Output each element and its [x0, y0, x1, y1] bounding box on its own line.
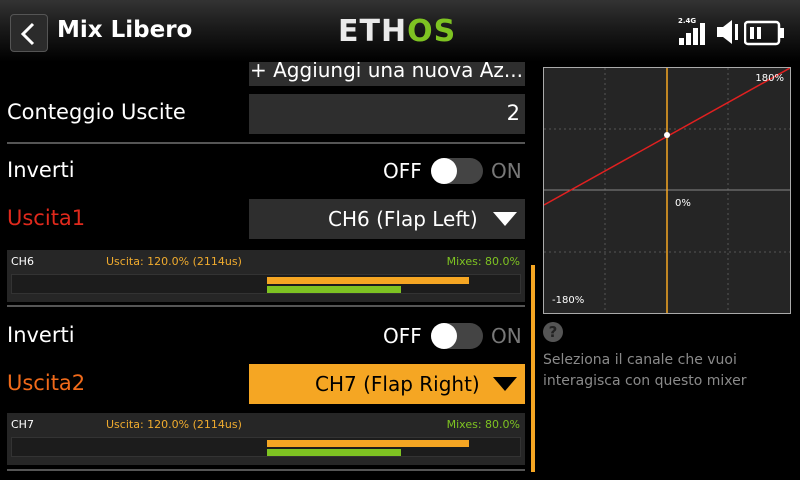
header-bar: Mix Libero ETHOS 2.4G	[0, 0, 800, 62]
invert-toggle[interactable]	[431, 323, 483, 349]
output-label: Uscita1	[7, 206, 86, 230]
divider	[7, 305, 525, 307]
scrollbar[interactable]	[531, 265, 535, 472]
mixes-bar	[267, 286, 401, 293]
question-icon: ?	[543, 322, 563, 342]
curve-min-label: -180%	[552, 295, 585, 306]
toggle-on-label: ON	[491, 159, 522, 183]
invert-label: Inverti	[7, 158, 75, 182]
divider	[7, 142, 525, 144]
curve-center-label: 0%	[675, 198, 691, 209]
dropdown-arrow-icon	[493, 377, 517, 391]
page-title: Mix Libero	[57, 17, 193, 43]
channel-monitor: CH7 Uscita: 120.0% (2114us) Mixes: 80.0%	[7, 413, 525, 465]
channel-select[interactable]: CH6 (Flap Left)	[249, 199, 525, 239]
mixes-bar	[267, 449, 401, 456]
invert-label: Inverti	[7, 323, 75, 347]
ethos-logo: ETHOS	[338, 14, 457, 49]
output-bar	[267, 277, 469, 284]
chevron-left-icon	[20, 22, 35, 46]
channel-monitor: CH6 Uscita: 120.0% (2114us) Mixes: 80.0%	[7, 250, 525, 302]
toggle-on-label: ON	[491, 324, 522, 348]
invert-toggle[interactable]	[431, 158, 483, 184]
help-text: Seleziona il canale che vuoi interagisca…	[543, 352, 747, 389]
output-count-field[interactable]: 2	[249, 94, 525, 134]
curve-point	[664, 132, 670, 138]
curve-max-label: 180%	[755, 73, 784, 84]
output-count-label: Conteggio Uscite	[7, 100, 186, 124]
output-label: Uscita2	[7, 371, 86, 395]
speaker-icon	[717, 20, 738, 44]
divider	[7, 469, 525, 471]
dropdown-arrow-icon	[493, 212, 517, 226]
toggle-off-label: OFF	[383, 159, 422, 183]
toggle-off-label: OFF	[383, 324, 422, 348]
signal-bars-icon	[679, 23, 705, 45]
channel-select[interactable]: CH7 (Flap Right)	[249, 364, 525, 404]
output-bar	[267, 440, 469, 447]
add-output-button[interactable]: + Aggiungi una nuova Az...	[249, 62, 525, 86]
mix-curve-graph: 180% 0% -180%	[543, 67, 791, 314]
battery-icon	[744, 20, 784, 46]
back-button[interactable]	[10, 14, 48, 52]
